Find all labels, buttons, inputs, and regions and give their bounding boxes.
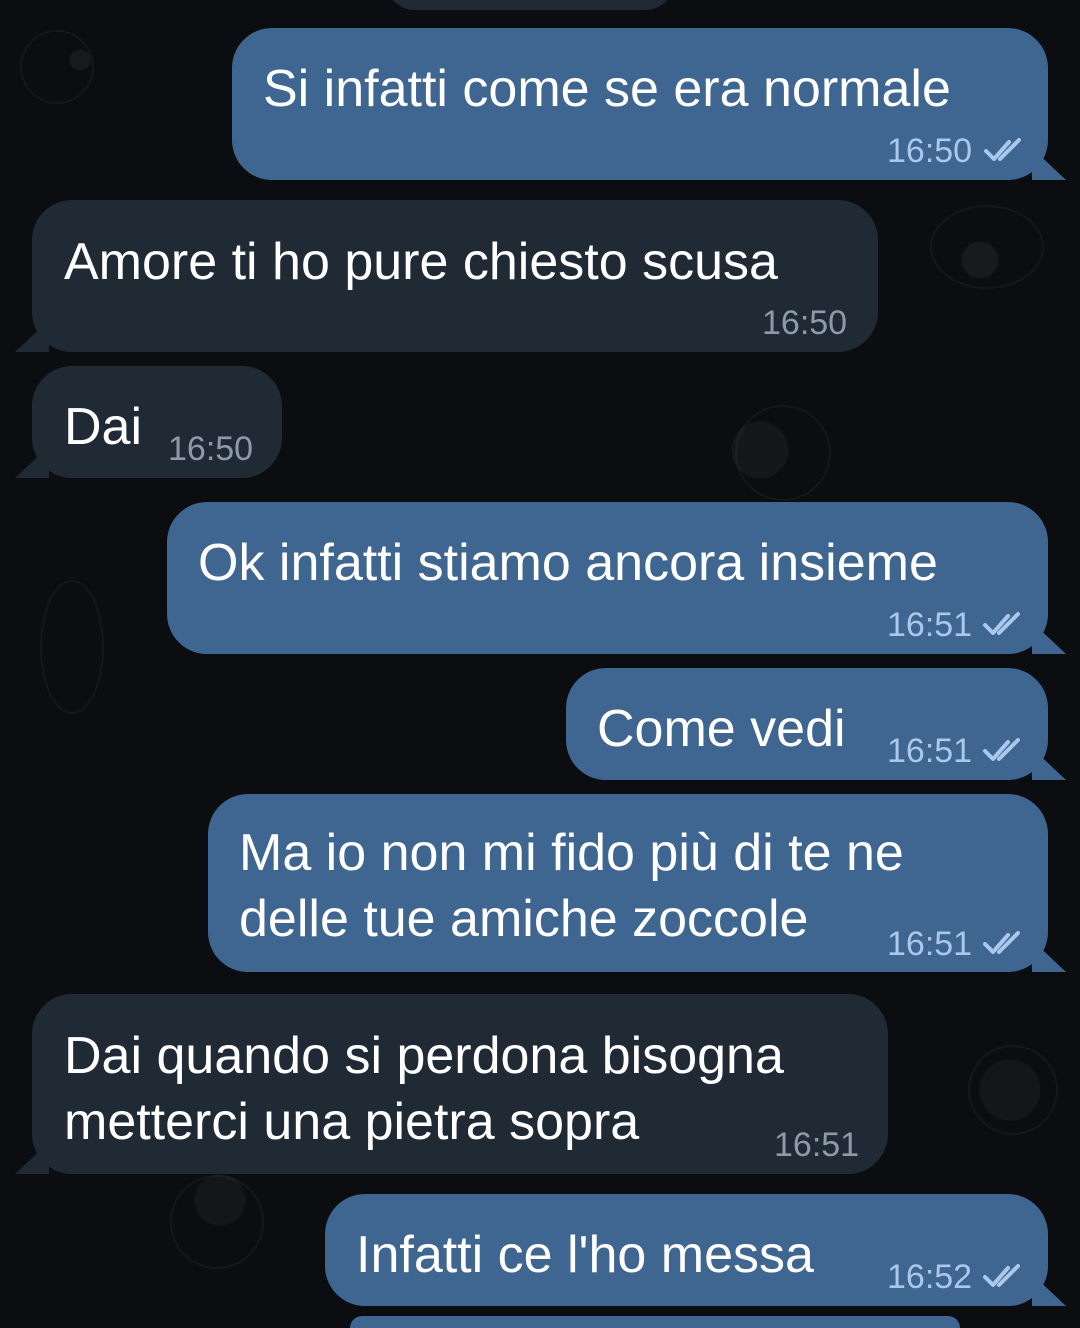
background-doodle <box>735 405 831 501</box>
message-text: Ok infatti stiamo ancora insieme <box>198 534 938 592</box>
message-time: 16:51 <box>887 732 973 770</box>
partial-outgoing-bubble <box>350 1316 960 1328</box>
outgoing-message[interactable]: Infatti ce l'ho messa 16:52 <box>325 1194 1048 1306</box>
background-doodle <box>170 1175 264 1269</box>
background-doodle <box>930 205 1044 289</box>
outgoing-message[interactable]: Si infatti come se era normale 16:50 <box>232 28 1048 180</box>
double-check-icon <box>983 1262 1031 1290</box>
double-check-icon <box>984 136 1032 164</box>
incoming-message[interactable]: Dai 16:50 <box>32 366 282 478</box>
message-time: 16:51 <box>774 1126 860 1164</box>
double-check-icon <box>983 610 1031 638</box>
message-text: Si infatti come se era normale <box>263 60 951 118</box>
message-text: Ma io non mi fido più di te ne delle tue… <box>239 824 904 948</box>
double-check-icon <box>983 929 1031 957</box>
double-check-icon <box>983 736 1031 764</box>
outgoing-message[interactable]: Ma io non mi fido più di te ne delle tue… <box>208 794 1048 972</box>
background-doodle <box>20 30 94 104</box>
message-text: Dai <box>64 398 143 456</box>
background-doodle <box>968 1045 1058 1135</box>
message-time: 16:50 <box>762 304 848 342</box>
incoming-message[interactable]: Amore ti ho pure chiesto scusa 16:50 <box>32 200 878 352</box>
message-time: 16:50 <box>887 132 973 170</box>
message-time: 16:52 <box>887 1258 973 1296</box>
outgoing-message[interactable]: Ok infatti stiamo ancora insieme 16:51 <box>167 502 1048 654</box>
message-text: Dai quando si perdona bisogna metterci u… <box>64 1027 784 1151</box>
message-text: Come vedi <box>597 700 846 758</box>
message-text: Amore ti ho pure chiesto scusa <box>64 233 778 291</box>
message-text: Infatti ce l'ho messa <box>356 1226 814 1284</box>
partial-incoming-bubble <box>385 0 675 10</box>
message-time: 16:51 <box>887 606 973 644</box>
outgoing-message[interactable]: Come vedi 16:51 <box>566 668 1048 780</box>
background-doodle <box>40 580 104 714</box>
message-time: 16:50 <box>168 430 254 468</box>
message-time: 16:51 <box>887 925 973 963</box>
incoming-message[interactable]: Dai quando si perdona bisogna metterci u… <box>32 994 888 1174</box>
